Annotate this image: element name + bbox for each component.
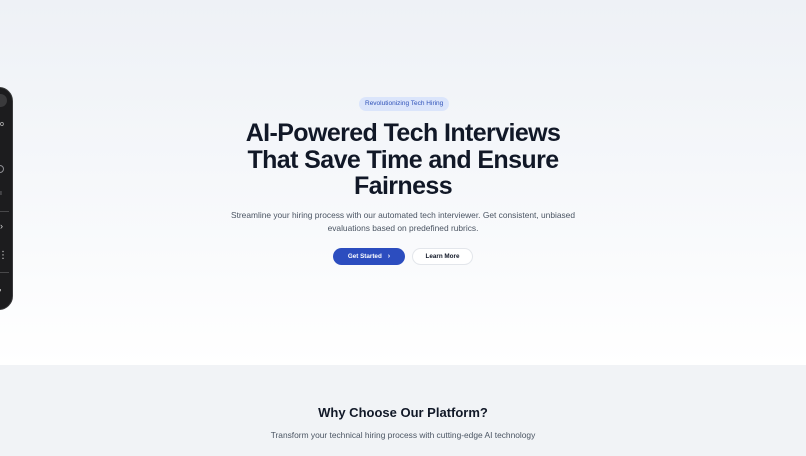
panel-kebab-icon[interactable]: ⋮ xyxy=(0,251,8,261)
subtitle-line-2: evaluations based on predefined rubrics. xyxy=(327,222,479,233)
headline-line-1: AI-Powered Tech Interviews xyxy=(245,119,561,147)
panel-arrow-icon[interactable]: › xyxy=(0,222,3,231)
subtitle-line-1: Streamline your hiring process with our … xyxy=(230,210,576,220)
features-title: Why Choose Our Platform? xyxy=(318,405,488,420)
hero-subtitle: Streamline your hiring process with our … xyxy=(223,209,583,234)
learn-more-button[interactable]: Learn More xyxy=(412,248,473,265)
features-subtitle: Transform your technical hiring process … xyxy=(270,430,536,440)
panel-label-o: o xyxy=(0,121,4,128)
headline-line-2: That Save Time and Ensure xyxy=(247,145,559,174)
panel-divider-1 xyxy=(0,211,9,212)
features-section: Why Choose Our Platform? Transform your … xyxy=(0,365,806,456)
panel-vertical-icon[interactable]: ı xyxy=(0,190,2,197)
panel-square-icon[interactable]: ▪ xyxy=(0,286,1,295)
learn-more-label: Learn More xyxy=(425,253,460,260)
get-started-button[interactable]: Get Started › xyxy=(333,248,405,265)
hero-headline: AI-Powered Tech Interviews That Save Tim… xyxy=(203,120,603,200)
panel-divider-2 xyxy=(0,272,9,273)
headline-line-3: Fairness xyxy=(353,172,453,200)
chevron-right-icon: › xyxy=(387,253,391,260)
hero-badge: Revolutionizing Tech Hiring xyxy=(359,97,450,111)
get-started-label: Get Started xyxy=(347,253,382,260)
hero-section: Revolutionizing Tech Hiring AI-Powered T… xyxy=(0,0,806,365)
landing-page: Revolutionizing Tech Hiring AI-Powered T… xyxy=(0,0,806,456)
